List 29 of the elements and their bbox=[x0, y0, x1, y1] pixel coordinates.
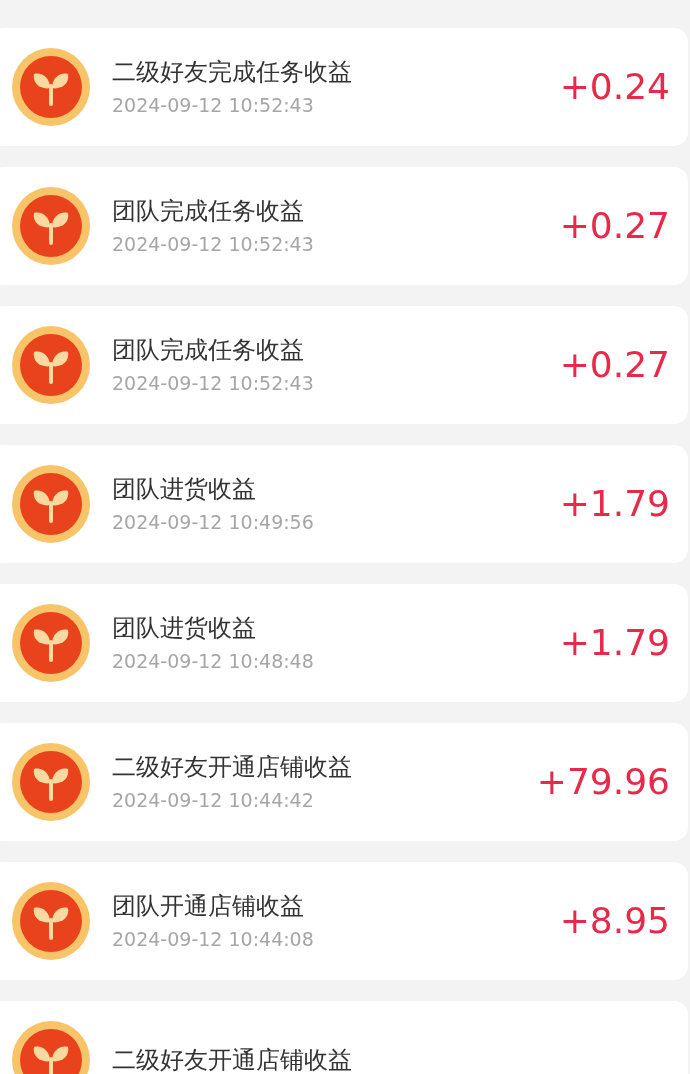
record-title: 团队完成任务收益 bbox=[112, 335, 305, 366]
record-time: 2024-09-12 10:48:48 bbox=[112, 649, 315, 674]
record-title: 团队开通店铺收益 bbox=[112, 891, 305, 922]
amount-text: +1.79 bbox=[559, 621, 670, 665]
sprout-icon bbox=[12, 743, 90, 821]
record-time: 2024-09-12 10:44:08 bbox=[112, 927, 315, 952]
record-title: 二级好友开通店铺收益 bbox=[112, 752, 353, 783]
record-time: 2024-09-12 10:49:56 bbox=[112, 510, 315, 535]
sprout-icon bbox=[12, 48, 90, 126]
sprout-icon bbox=[12, 326, 90, 404]
amount-text: +1.79 bbox=[559, 482, 670, 526]
record-time: 2024-09-12 10:52:43 bbox=[112, 232, 315, 257]
sprout-icon bbox=[12, 465, 90, 543]
record-time: 2024-09-12 10:52:43 bbox=[112, 93, 315, 118]
amount-text: +8.95 bbox=[559, 899, 670, 943]
record-time: 2024-09-12 10:44:42 bbox=[112, 788, 315, 813]
amount-text: +0.24 bbox=[559, 65, 670, 109]
record-title: 团队进货收益 bbox=[112, 613, 257, 644]
sprout-icon bbox=[12, 187, 90, 265]
amount-text: +0.27 bbox=[559, 204, 670, 248]
record-title: 团队进货收益 bbox=[112, 474, 257, 505]
amount-text: +0.27 bbox=[559, 343, 670, 387]
record-title: 二级好友开通店铺收益 bbox=[112, 1045, 353, 1074]
record-title: 二级好友完成任务收益 bbox=[112, 57, 353, 88]
sprout-icon bbox=[12, 882, 90, 960]
record-time: 2024-09-12 10:52:43 bbox=[112, 371, 315, 396]
sprout-icon bbox=[12, 604, 90, 682]
record-title: 团队完成任务收益 bbox=[112, 196, 305, 227]
amount-text: +79.96 bbox=[536, 760, 670, 804]
